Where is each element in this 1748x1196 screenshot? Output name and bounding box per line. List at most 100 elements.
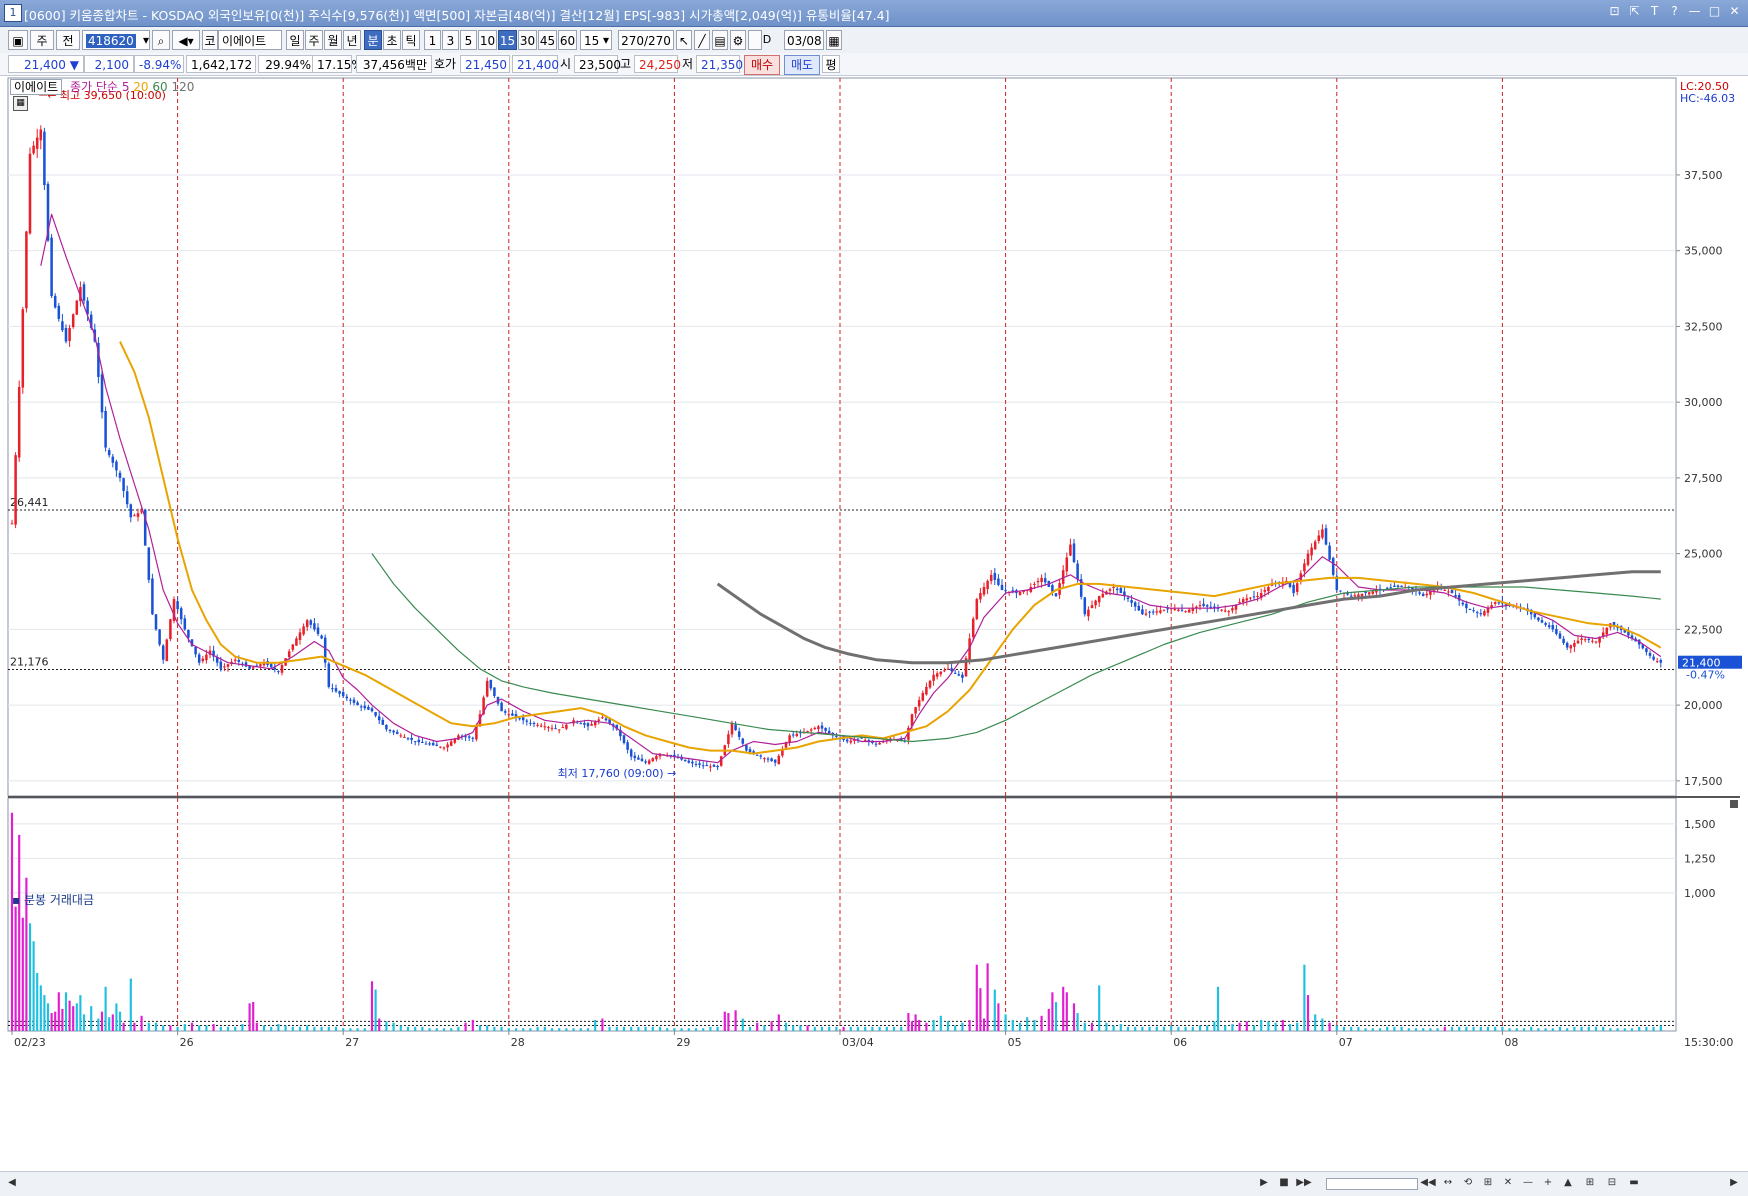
- chart-grid: [8, 174, 1676, 1026]
- scroll-left-icon[interactable]: ◀: [4, 1175, 20, 1191]
- moving-averages: [40, 213, 1662, 764]
- rewind-icon[interactable]: ◀◀: [1420, 1175, 1436, 1191]
- candle-body: [439, 746, 442, 748]
- time-tick-label: 06: [1173, 1036, 1187, 1049]
- candle-body: [1054, 593, 1058, 597]
- candle-body: [982, 586, 986, 595]
- refresh-icon[interactable]: ⟲: [1460, 1175, 1476, 1191]
- candle-body: [226, 664, 230, 667]
- candle-body: [187, 629, 190, 638]
- grid-icon[interactable]: ▦: [13, 96, 28, 111]
- help-icon[interactable]: ?: [1667, 4, 1682, 19]
- legend-ma-prefix: 종가 단순: [70, 80, 118, 94]
- cursor-icon[interactable]: ↖: [676, 30, 692, 50]
- legend-stock-name[interactable]: 이에이트: [10, 79, 63, 95]
- zoom-in-icon[interactable]: +: [1540, 1175, 1556, 1191]
- main-button[interactable]: 주: [30, 30, 54, 50]
- volume-bar: [1148, 1026, 1151, 1031]
- search-icon[interactable]: ⌕: [152, 30, 170, 50]
- minimize-icon[interactable]: —: [1687, 4, 1702, 19]
- candle-body: [878, 742, 881, 745]
- volume-bar: [1040, 1015, 1043, 1031]
- line-icon[interactable]: ╱: [694, 30, 710, 50]
- save-icon[interactable]: ▤: [712, 30, 728, 50]
- chevron-down-icon[interactable]: ▾: [140, 30, 152, 50]
- scroll-right-icon[interactable]: ▶: [1726, 1175, 1742, 1191]
- candle-body: [1601, 632, 1605, 637]
- eval-button[interactable]: 평: [822, 55, 840, 73]
- period-month[interactable]: 월: [324, 30, 342, 50]
- legend-ma5: 5: [121, 80, 130, 94]
- interval-30[interactable]: 30: [518, 30, 537, 50]
- candle-body: [485, 680, 489, 697]
- split-icon[interactable]: ⊟: [1604, 1175, 1620, 1191]
- candle-body: [1256, 596, 1259, 598]
- volume-bar: [1033, 1019, 1036, 1031]
- interval-15[interactable]: 15: [498, 30, 517, 50]
- volume-bar: [748, 1026, 752, 1031]
- pin-icon[interactable]: ⇱: [1627, 4, 1642, 19]
- sell-button[interactable]: 매도: [784, 55, 821, 75]
- candle-body: [932, 674, 935, 681]
- candle-body: [338, 691, 341, 694]
- volume-bar: [1400, 1026, 1403, 1031]
- interval-1[interactable]: 1: [424, 30, 441, 50]
- interval-60[interactable]: 60: [558, 30, 577, 50]
- candle-body: [716, 765, 719, 768]
- price-chart[interactable]: 26,44121,176 37,500 35,000 32,500 30,000 27,…: [0, 76, 1748, 1171]
- calendar-icon[interactable]: ▦: [826, 30, 842, 50]
- zoom-out-icon[interactable]: —: [1520, 1175, 1536, 1191]
- fit-icon[interactable]: ↔: [1440, 1175, 1456, 1191]
- interval-10[interactable]: 10: [478, 30, 497, 50]
- prev-button[interactable]: 전: [56, 30, 80, 50]
- arrow-up-icon[interactable]: ▲: [1560, 1175, 1576, 1191]
- volume-bar: [1184, 1026, 1187, 1031]
- checkbox-label: D: [762, 33, 772, 46]
- date-field[interactable]: 03/08: [784, 30, 824, 50]
- candle-body: [1497, 602, 1501, 604]
- interval-5[interactable]: 5: [460, 30, 477, 50]
- grid-toggle-icon[interactable]: ⊞: [1480, 1175, 1496, 1191]
- volume-bar: [1065, 992, 1068, 1031]
- period-day[interactable]: 일: [286, 30, 304, 50]
- layout-icon[interactable]: ⊞: [1582, 1175, 1598, 1191]
- volume-bar: [1112, 1025, 1115, 1031]
- interval-45[interactable]: 45: [538, 30, 557, 50]
- buy-button[interactable]: 매수: [744, 55, 781, 75]
- link-icon[interactable]: ⊡: [1607, 4, 1622, 19]
- scroll-bar[interactable]: ◀ ▶ ■ ▶▶ ◀◀ ↔ ⟲ ⊞ ✕ — + ▲ ⊞ ⊟ ▬ ▶: [0, 1171, 1748, 1196]
- interval-3[interactable]: 3: [442, 30, 459, 50]
- candle-body: [1065, 557, 1069, 572]
- stop-icon[interactable]: ■: [1276, 1175, 1292, 1191]
- panel-icon[interactable]: ▬: [1626, 1175, 1642, 1191]
- chevron-down-icon[interactable]: ▾: [600, 30, 612, 50]
- fast-forward-icon[interactable]: ▶▶: [1296, 1175, 1312, 1191]
- candle-body: [701, 765, 705, 767]
- period-tick[interactable]: 틱: [402, 30, 420, 50]
- close-icon[interactable]: ✕: [1500, 1175, 1516, 1191]
- checkbox[interactable]: [748, 30, 762, 50]
- volume-bar: [320, 1026, 323, 1031]
- volume-bar: [946, 1021, 950, 1031]
- play-icon[interactable]: ▶: [1256, 1175, 1272, 1191]
- volume-bar: [478, 1025, 482, 1031]
- scroll-thumb[interactable]: [1326, 1178, 1418, 1190]
- close-icon[interactable]: ✕: [1727, 4, 1742, 19]
- volume-bar: [1162, 1026, 1166, 1031]
- period-year[interactable]: 년: [343, 30, 361, 50]
- sound-icon[interactable]: ◀▾: [172, 30, 200, 50]
- candle-body: [104, 410, 107, 448]
- chart-type-icon[interactable]: ▣: [8, 30, 28, 50]
- period-second[interactable]: 초: [383, 30, 401, 50]
- font-icon[interactable]: T: [1647, 4, 1662, 19]
- period-minute[interactable]: 분: [364, 30, 382, 50]
- gear-icon[interactable]: ⚙: [730, 30, 746, 50]
- count-field[interactable]: 270/270: [618, 30, 674, 50]
- candle-body: [269, 663, 273, 668]
- maximize-icon[interactable]: □: [1707, 4, 1722, 19]
- stock-name-field[interactable]: 이에이트: [218, 30, 282, 50]
- volume-bar: [1062, 986, 1065, 1031]
- period-week[interactable]: 주: [305, 30, 323, 50]
- candle-body: [777, 755, 781, 765]
- candle-body: [644, 761, 647, 763]
